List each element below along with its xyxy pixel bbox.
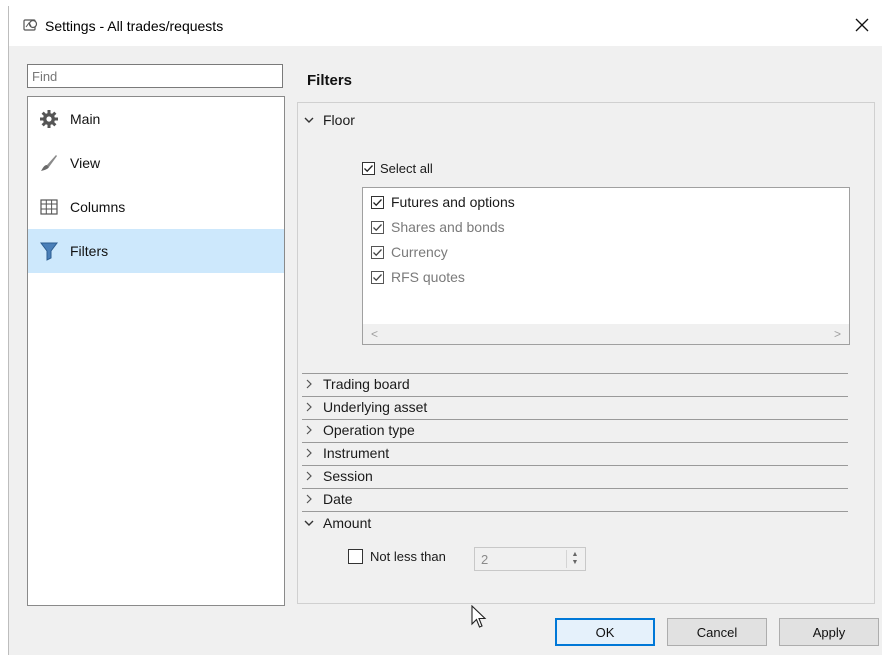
close-button[interactable]	[842, 6, 882, 46]
filter-icon	[38, 240, 60, 262]
list-item-label: Currency	[391, 244, 448, 260]
nav-item-label: View	[70, 155, 101, 171]
checkbox[interactable]	[371, 220, 384, 234]
amount-spinbox[interactable]: 2 ▲ ▼	[474, 547, 586, 571]
group-label: Operation type	[323, 422, 415, 438]
checkbox[interactable]	[348, 549, 363, 564]
nav-item-label: Filters	[70, 243, 109, 259]
chevron-down-icon	[302, 117, 316, 124]
group-date[interactable]: Date	[302, 488, 353, 510]
group-session[interactable]: Session	[302, 465, 373, 487]
apply-button[interactable]: Apply	[779, 618, 879, 646]
chevron-right-icon	[302, 402, 316, 412]
nav-item-view[interactable]: View	[28, 141, 284, 185]
checkbox[interactable]	[371, 245, 384, 259]
checkbox[interactable]	[371, 270, 384, 284]
nav-item-columns[interactable]: Columns	[28, 185, 284, 229]
gear-icon	[38, 108, 60, 130]
scroll-left-arrow[interactable]: <	[371, 327, 378, 341]
ok-button[interactable]: OK	[555, 618, 655, 646]
section-title: Filters	[307, 72, 353, 89]
mouse-cursor-icon	[471, 604, 487, 632]
group-floor[interactable]: Floor	[302, 109, 355, 131]
spin-down-icon[interactable]: ▼	[572, 559, 579, 567]
chevron-right-icon	[302, 448, 316, 458]
chevron-down-icon	[302, 520, 316, 527]
list-item[interactable]: Currency	[371, 244, 448, 260]
filters-panel: Floor Select all Futures and options Sha…	[297, 102, 875, 604]
cancel-button[interactable]: Cancel	[667, 618, 767, 646]
floor-list: Futures and options Shares and bonds Cur…	[362, 187, 850, 345]
nav-item-filters[interactable]: Filters	[28, 229, 284, 273]
chevron-right-icon	[302, 471, 316, 481]
settings-nav: Main View Columns Filters	[27, 96, 285, 606]
list-item-label: Shares and bonds	[391, 219, 505, 235]
list-item[interactable]: Shares and bonds	[371, 219, 505, 235]
checkbox[interactable]	[362, 162, 375, 175]
nav-item-label: Main	[70, 111, 101, 127]
columns-icon	[38, 196, 60, 218]
group-label: Trading board	[323, 376, 410, 392]
group-amount[interactable]: Amount	[302, 512, 371, 534]
chevron-right-icon	[302, 425, 316, 435]
spin-arrows[interactable]: ▲ ▼	[566, 550, 583, 568]
nav-item-main[interactable]: Main	[28, 97, 284, 141]
group-trading-board[interactable]: Trading board	[302, 373, 410, 395]
group-underlying-asset[interactable]: Underlying asset	[302, 396, 427, 418]
chevron-right-icon	[302, 494, 316, 504]
window-title: Settings - All trades/requests	[45, 18, 224, 34]
select-all-label: Select all	[380, 161, 433, 176]
list-item-label: Futures and options	[391, 194, 515, 210]
select-all-checkbox[interactable]: Select all	[362, 161, 433, 176]
group-label: Amount	[323, 515, 372, 531]
checkbox[interactable]	[371, 195, 384, 209]
divider	[302, 465, 848, 466]
nav-item-label: Columns	[70, 199, 126, 215]
horizontal-scrollbar[interactable]: < >	[363, 324, 849, 344]
list-item[interactable]: RFS quotes	[371, 269, 465, 285]
title-bar: Settings - All trades/requests	[9, 6, 882, 46]
search-input[interactable]	[27, 64, 283, 88]
spin-up-icon[interactable]: ▲	[572, 551, 579, 559]
group-label: Instrument	[323, 445, 390, 461]
not-less-than-label: Not less than	[370, 549, 446, 564]
group-label: Session	[323, 468, 373, 484]
settings-window: Settings - All trades/requests Find Main…	[8, 6, 882, 655]
list-item[interactable]: Futures and options	[371, 194, 515, 210]
group-label: Date	[323, 491, 353, 507]
chevron-right-icon	[302, 379, 316, 389]
group-operation-type[interactable]: Operation type	[302, 419, 415, 441]
group-instrument[interactable]: Instrument	[302, 442, 389, 464]
close-icon	[855, 18, 869, 35]
settings-window-icon	[23, 18, 39, 35]
scroll-right-arrow[interactable]: >	[834, 327, 841, 341]
brush-icon	[38, 152, 60, 174]
divider	[302, 488, 848, 489]
divider	[302, 511, 848, 512]
amount-value: 2	[481, 551, 489, 567]
list-item-label: RFS quotes	[391, 269, 465, 285]
group-label: Floor	[323, 112, 355, 128]
group-label: Underlying asset	[323, 399, 428, 415]
not-less-than-checkbox[interactable]: Not less than	[348, 549, 446, 564]
